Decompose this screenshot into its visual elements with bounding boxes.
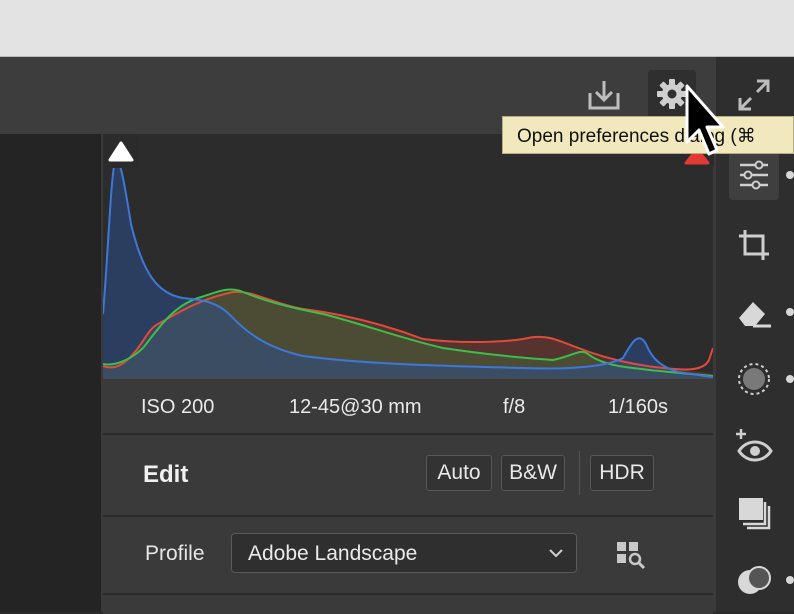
button-divider — [579, 451, 580, 495]
profile-select[interactable]: Adobe Landscape — [231, 533, 577, 573]
red-eye-icon[interactable] — [729, 424, 779, 470]
expand-icon[interactable] — [733, 74, 775, 116]
indicator-dot — [786, 576, 794, 584]
crop-rotate-icon[interactable] — [731, 222, 777, 268]
chevron-down-icon — [549, 549, 563, 558]
auto-button[interactable]: Auto — [426, 455, 492, 491]
save-download-icon[interactable] — [583, 74, 625, 116]
indicator-dot — [786, 171, 794, 179]
snapshots-icon[interactable] — [731, 558, 777, 604]
next-panel-section — [103, 593, 713, 614]
edit-title: Edit — [143, 461, 189, 488]
bw-button[interactable]: B&W — [501, 455, 565, 491]
masking-icon[interactable] — [731, 356, 777, 402]
indicator-dot — [786, 308, 794, 316]
edit-header: Edit Auto B&W HDR — [103, 433, 713, 515]
profile-selected-value: Adobe Landscape — [248, 542, 418, 565]
histogram — [102, 134, 714, 378]
indicator-dot — [786, 375, 794, 383]
profile-row: Profile Adobe Landscape — [103, 515, 713, 593]
eraser-heal-icon[interactable] — [731, 290, 777, 336]
shutter-value: 1/160s — [608, 396, 669, 418]
mouse-cursor-icon — [683, 84, 729, 160]
lens-value: 12-45@30 mm — [289, 396, 422, 418]
edit-sliders-icon[interactable] — [729, 150, 779, 200]
aperture-value: f/8 — [503, 396, 526, 418]
window-titlebar — [0, 0, 794, 57]
profile-browser-icon[interactable] — [613, 537, 649, 573]
hdr-button[interactable]: HDR — [590, 455, 654, 491]
presets-icon[interactable] — [731, 490, 777, 536]
preferences-tooltip: Open preferences dialog (⌘ — [502, 116, 794, 154]
camera-info-bar: ISO 200 12-45@30 mm f/8 1/160s — [103, 378, 713, 433]
image-canvas[interactable] — [0, 134, 101, 612]
shadow-clipping-button[interactable] — [104, 134, 138, 168]
iso-value: ISO 200 — [141, 396, 215, 418]
profile-label: Profile — [145, 542, 205, 565]
